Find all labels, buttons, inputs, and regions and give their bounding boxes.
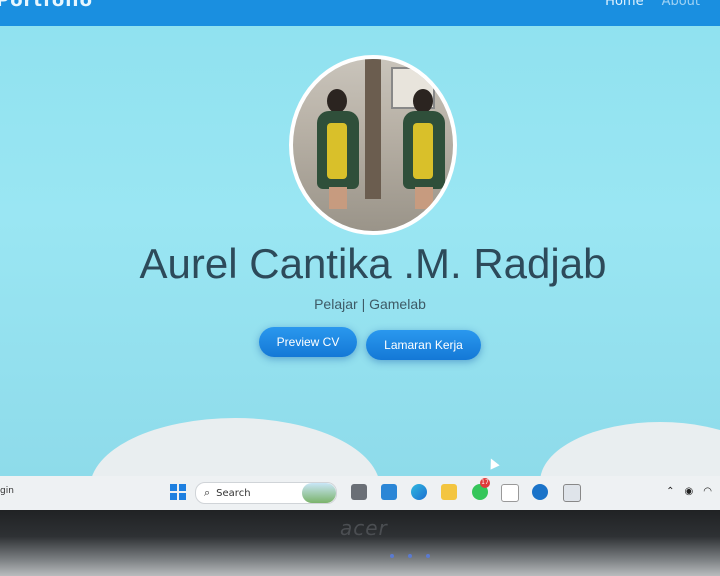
nav-links: Home About: [605, 0, 700, 9]
search-icon: ⌕: [204, 486, 211, 499]
store-icon[interactable]: [501, 484, 519, 502]
decorative-wave-right: [540, 422, 720, 478]
photo-tree: [365, 59, 381, 199]
nav-about-link[interactable]: About: [662, 0, 700, 9]
profile-name: Aurel Cantika .M. Radjab: [139, 240, 607, 287]
snipping-tool-icon[interactable]: [563, 484, 581, 502]
preview-cv-button[interactable]: Preview CV: [259, 327, 357, 357]
network-icon[interactable]: ◉: [685, 486, 694, 497]
whatsapp-notification-badge: 17: [480, 478, 490, 488]
brand-logo[interactable]: Portfolio: [0, 0, 93, 11]
nav-home-link[interactable]: Home: [605, 0, 643, 9]
decorative-wave-left: [90, 418, 380, 478]
photo-person-right: [399, 89, 449, 209]
media-app-icon[interactable]: [351, 484, 367, 500]
app-icon[interactable]: [532, 484, 548, 500]
profile-photo: [289, 55, 457, 235]
lamaran-kerja-button[interactable]: Lamaran Kerja: [366, 330, 481, 360]
wifi-icon[interactable]: ◠: [703, 486, 712, 497]
taskbar-left-text: gin: [0, 486, 14, 496]
edge-browser-icon[interactable]: [411, 484, 427, 500]
file-explorer-icon[interactable]: [441, 484, 457, 500]
photo-person-left: [313, 89, 363, 209]
windows-start-icon[interactable]: [170, 484, 186, 500]
taskbar-search[interactable]: ⌕ Search: [195, 482, 337, 504]
acer-logo: acer: [340, 516, 388, 540]
taskbar-search-label: Search: [216, 487, 251, 499]
windows-taskbar: gin ⌕ Search 17 ⌃ ◉ ◠: [0, 476, 720, 510]
mouse-cursor-icon: [486, 456, 500, 470]
laptop-bezel: acer: [0, 510, 720, 576]
system-tray: ⌃ ◉ ◠: [666, 486, 712, 497]
browser-viewport: Portfolio Home About Aurel Cantika .M. R…: [0, 0, 720, 478]
weather-widget-icon[interactable]: [302, 483, 336, 503]
vscode-icon[interactable]: [381, 484, 397, 500]
chevron-up-icon[interactable]: ⌃: [666, 486, 674, 497]
status-leds: [390, 554, 430, 558]
profile-subtitle: Pelajar | Gamelab: [314, 296, 426, 312]
navbar: Portfolio Home About: [0, 0, 720, 26]
